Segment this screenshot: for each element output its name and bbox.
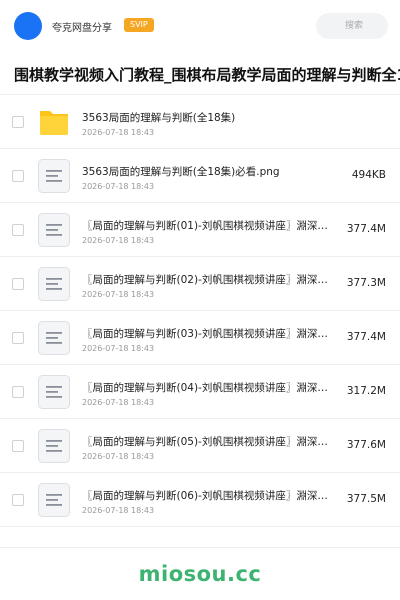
- file-date: 2026-07-18 18:43: [82, 128, 155, 137]
- file-date: 2026-07-18 18:43: [82, 506, 155, 515]
- file-row[interactable]: 〖局面的理解与判断(06)-刘帆围棋视频讲座〗淵深… 2026-07-18 18…: [0, 473, 400, 527]
- file-name: 3563局面的理解与判断(全18集): [82, 112, 236, 124]
- file-size: 377.3M: [346, 277, 386, 289]
- search-input[interactable]: 搜索: [316, 13, 388, 39]
- file-size: 377.4M: [346, 223, 386, 235]
- file-size: 377.6M: [346, 439, 386, 451]
- file-row[interactable]: 〖局面的理解与判断(05)-刘帆围棋视频讲座〗淵深… 2026-07-18 18…: [0, 419, 400, 473]
- file-name: 〖局面的理解与判断(01)-刘帆围棋视频讲座〗淵深…: [82, 220, 328, 232]
- app-name: 夸克网盘分享: [52, 23, 112, 34]
- avatar[interactable]: [14, 12, 42, 40]
- svip-badge[interactable]: SVIP: [124, 18, 154, 32]
- file-row[interactable]: 〖局面的理解与判断(04)-刘帆围棋视频讲座〗淵深… 2026-07-18 18…: [0, 365, 400, 419]
- page-title: 围棋教学视频入门教程_围棋布局教学局面的理解与判断全1: [14, 66, 400, 84]
- file-name: 〖局面的理解与判断(05)-刘帆围棋视频讲座〗淵深…: [82, 436, 328, 448]
- file-date: 2026-07-18 18:43: [82, 290, 155, 299]
- share-page: 夸克网盘分享 SVIP 搜索 围棋教学视频入门教程_围棋布局教学局面的理解与判断…: [0, 0, 400, 600]
- row-checkbox[interactable]: [12, 224, 24, 236]
- document-icon: [38, 483, 70, 517]
- document-icon: [38, 321, 70, 355]
- header: 夸克网盘分享 SVIP 搜索: [0, 0, 400, 52]
- row-checkbox[interactable]: [12, 116, 24, 128]
- document-icon: [38, 375, 70, 409]
- document-icon: [38, 429, 70, 463]
- file-name: 〖局面的理解与判断(02)-刘帆围棋视频讲座〗淵深…: [82, 274, 328, 286]
- watermark: miosou.cc: [138, 562, 262, 586]
- file-name: 〖局面的理解与判断(06)-刘帆围棋视频讲座〗淵深…: [82, 490, 328, 502]
- file-size: 494KB: [351, 169, 386, 181]
- file-date: 2026-07-18 18:43: [82, 452, 155, 461]
- file-date: 2026-07-18 18:43: [82, 344, 155, 353]
- file-name: 3563局面的理解与判断(全18集)必看.png: [82, 166, 280, 178]
- document-icon: [38, 159, 70, 193]
- folder-icon: [38, 105, 70, 139]
- file-row[interactable]: 〖局面的理解与判断(02)-刘帆围棋视频讲座〗淵深… 2026-07-18 18…: [0, 257, 400, 311]
- file-row[interactable]: 〖局面的理解与判断(01)-刘帆围棋视频讲座〗淵深… 2026-07-18 18…: [0, 203, 400, 257]
- file-list: 3563局面的理解与判断(全18集) 2026-07-18 18:43 3563…: [0, 95, 400, 527]
- file-date: 2026-07-18 18:43: [82, 398, 155, 407]
- row-checkbox[interactable]: [12, 278, 24, 290]
- file-row[interactable]: 3563局面的理解与判断(全18集)必看.png 2026-07-18 18:4…: [0, 149, 400, 203]
- row-checkbox[interactable]: [12, 332, 24, 344]
- file-size: 317.2M: [346, 385, 386, 397]
- row-checkbox[interactable]: [12, 440, 24, 452]
- document-icon: [38, 213, 70, 247]
- file-name: 〖局面的理解与判断(04)-刘帆围棋视频讲座〗淵深…: [82, 382, 328, 394]
- row-checkbox[interactable]: [12, 386, 24, 398]
- file-row[interactable]: 〖局面的理解与判断(03)-刘帆围棋视频讲座〗淵深… 2026-07-18 18…: [0, 311, 400, 365]
- document-icon: [38, 267, 70, 301]
- file-row[interactable]: 3563局面的理解与判断(全18集) 2026-07-18 18:43: [0, 95, 400, 149]
- file-date: 2026-07-18 18:43: [82, 182, 155, 191]
- divider: [0, 547, 400, 548]
- row-checkbox[interactable]: [12, 170, 24, 182]
- row-checkbox[interactable]: [12, 494, 24, 506]
- file-size: 377.4M: [346, 331, 386, 343]
- file-name: 〖局面的理解与判断(03)-刘帆围棋视频讲座〗淵深…: [82, 328, 328, 340]
- file-size: 377.5M: [346, 493, 386, 505]
- file-date: 2026-07-18 18:43: [82, 236, 155, 245]
